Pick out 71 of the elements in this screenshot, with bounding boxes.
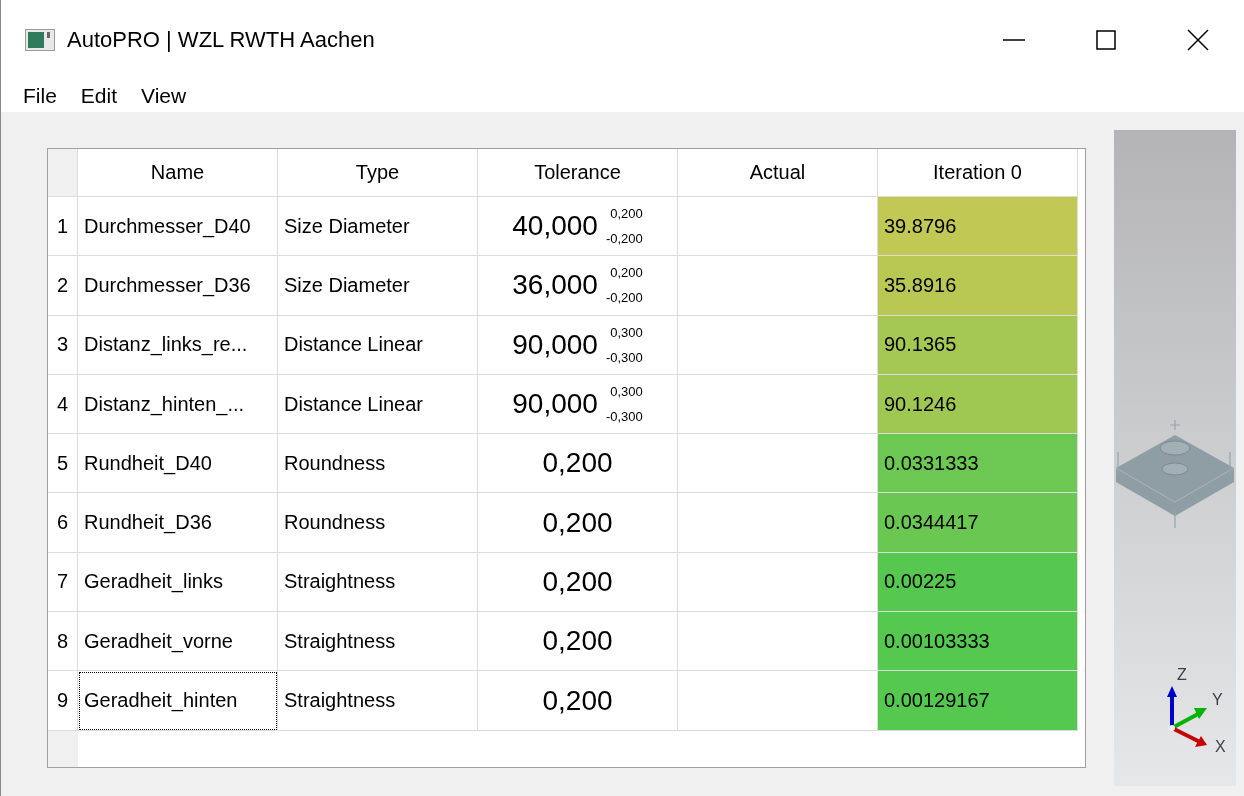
- lower-deviation: -0,200: [605, 230, 643, 249]
- table-cell[interactable]: 0.00129167: [878, 671, 1078, 731]
- column-header[interactable]: Name: [78, 149, 278, 197]
- row-header[interactable]: 3: [48, 315, 78, 375]
- app-icon: [25, 29, 55, 51]
- table-cell[interactable]: Straightness: [278, 671, 478, 731]
- nominal-value: 0,200: [542, 447, 613, 480]
- close-icon: [1187, 29, 1209, 51]
- row-header[interactable]: 7: [48, 552, 78, 613]
- table-cell[interactable]: Roundness: [278, 434, 478, 494]
- minimize-icon: [1003, 39, 1025, 41]
- row-header[interactable]: 6: [48, 493, 78, 553]
- upper-deviation: 0,300: [610, 383, 643, 402]
- table-cell[interactable]: 90.1246: [878, 374, 1078, 435]
- table-cell[interactable]: Geradheit_hinten: [78, 671, 278, 731]
- maximize-icon: [1096, 30, 1116, 50]
- table-cell[interactable]: Distance Linear: [278, 374, 478, 435]
- table-cell[interactable]: 35.8916: [878, 256, 1078, 316]
- nominal-value: 90,000: [512, 328, 598, 361]
- table-cell[interactable]: Distanz_hinten_...: [78, 374, 278, 435]
- table-cell[interactable]: Size Diameter: [278, 197, 478, 257]
- corner-cell[interactable]: [48, 149, 78, 197]
- nominal-value: 0,200: [542, 625, 613, 658]
- lower-deviation: -0,300: [605, 348, 643, 367]
- table-cell[interactable]: Durchmesser_D36: [78, 256, 278, 316]
- nominal-value: 36,000: [512, 269, 598, 302]
- column-header[interactable]: Tolerance: [478, 149, 678, 197]
- axis-triad-icon: [1167, 686, 1207, 747]
- axis-label: Z: [1177, 666, 1187, 683]
- lower-deviation: -0,200: [605, 289, 643, 308]
- window-title: AutoPRO | WZL RWTH Aachen: [67, 27, 376, 53]
- nominal-value: 0,200: [542, 506, 613, 539]
- lower-deviation: -0,300: [605, 408, 643, 427]
- 3d-viewport[interactable]: Z Y X: [1114, 130, 1236, 786]
- table-cell[interactable]: Rundheit_D36: [78, 493, 278, 553]
- table-cell[interactable]: Size Diameter: [278, 256, 478, 316]
- table-cell[interactable]: Rundheit_D40: [78, 434, 278, 494]
- nominal-value: 0,200: [542, 684, 613, 717]
- upper-deviation: 0,200: [610, 205, 643, 224]
- menu-item[interactable]: View: [129, 84, 199, 108]
- table-cell[interactable]: Geradheit_vorne: [78, 612, 278, 672]
- nominal-value: 40,000: [512, 210, 598, 243]
- table-cell[interactable]: Geradheit_links: [78, 552, 278, 613]
- row-header[interactable]: 4: [48, 374, 78, 435]
- table-cell[interactable]: Distance Linear: [278, 315, 478, 375]
- table-cell[interactable]: 0.00225: [878, 552, 1078, 613]
- upper-deviation: 0,300: [610, 323, 643, 342]
- row-header[interactable]: 5: [48, 434, 78, 494]
- nominal-value: 90,000: [512, 388, 598, 421]
- column-header[interactable]: Type: [278, 149, 478, 197]
- column-header[interactable]: Actual: [678, 149, 878, 197]
- table-cell[interactable]: Durchmesser_D40: [78, 197, 278, 257]
- upper-deviation: 0,200: [610, 264, 643, 283]
- table-cell[interactable]: Roundness: [278, 493, 478, 553]
- row-header[interactable]: 9: [48, 671, 78, 731]
- nominal-value: 0,200: [542, 565, 613, 598]
- table-cell[interactable]: 39.8796: [878, 197, 1078, 257]
- table-cell[interactable]: 0.0331333: [878, 434, 1078, 494]
- row-header[interactable]: 8: [48, 612, 78, 672]
- menu-item[interactable]: File: [1, 84, 69, 108]
- table-cell[interactable]: 90.1365: [878, 315, 1078, 375]
- axis-label: Y: [1212, 691, 1223, 708]
- table-cell[interactable]: Distanz_links_re...: [78, 315, 278, 375]
- table-cell[interactable]: Straightness: [278, 552, 478, 613]
- axis-label: X: [1215, 738, 1226, 755]
- table-cell[interactable]: Straightness: [278, 612, 478, 672]
- row-header[interactable]: 1: [48, 197, 78, 257]
- row-header[interactable]: 2: [48, 256, 78, 316]
- menu-item[interactable]: Edit: [68, 84, 130, 108]
- table-cell[interactable]: 0.0344417: [878, 493, 1078, 553]
- table-cell[interactable]: 0.00103333: [878, 612, 1078, 672]
